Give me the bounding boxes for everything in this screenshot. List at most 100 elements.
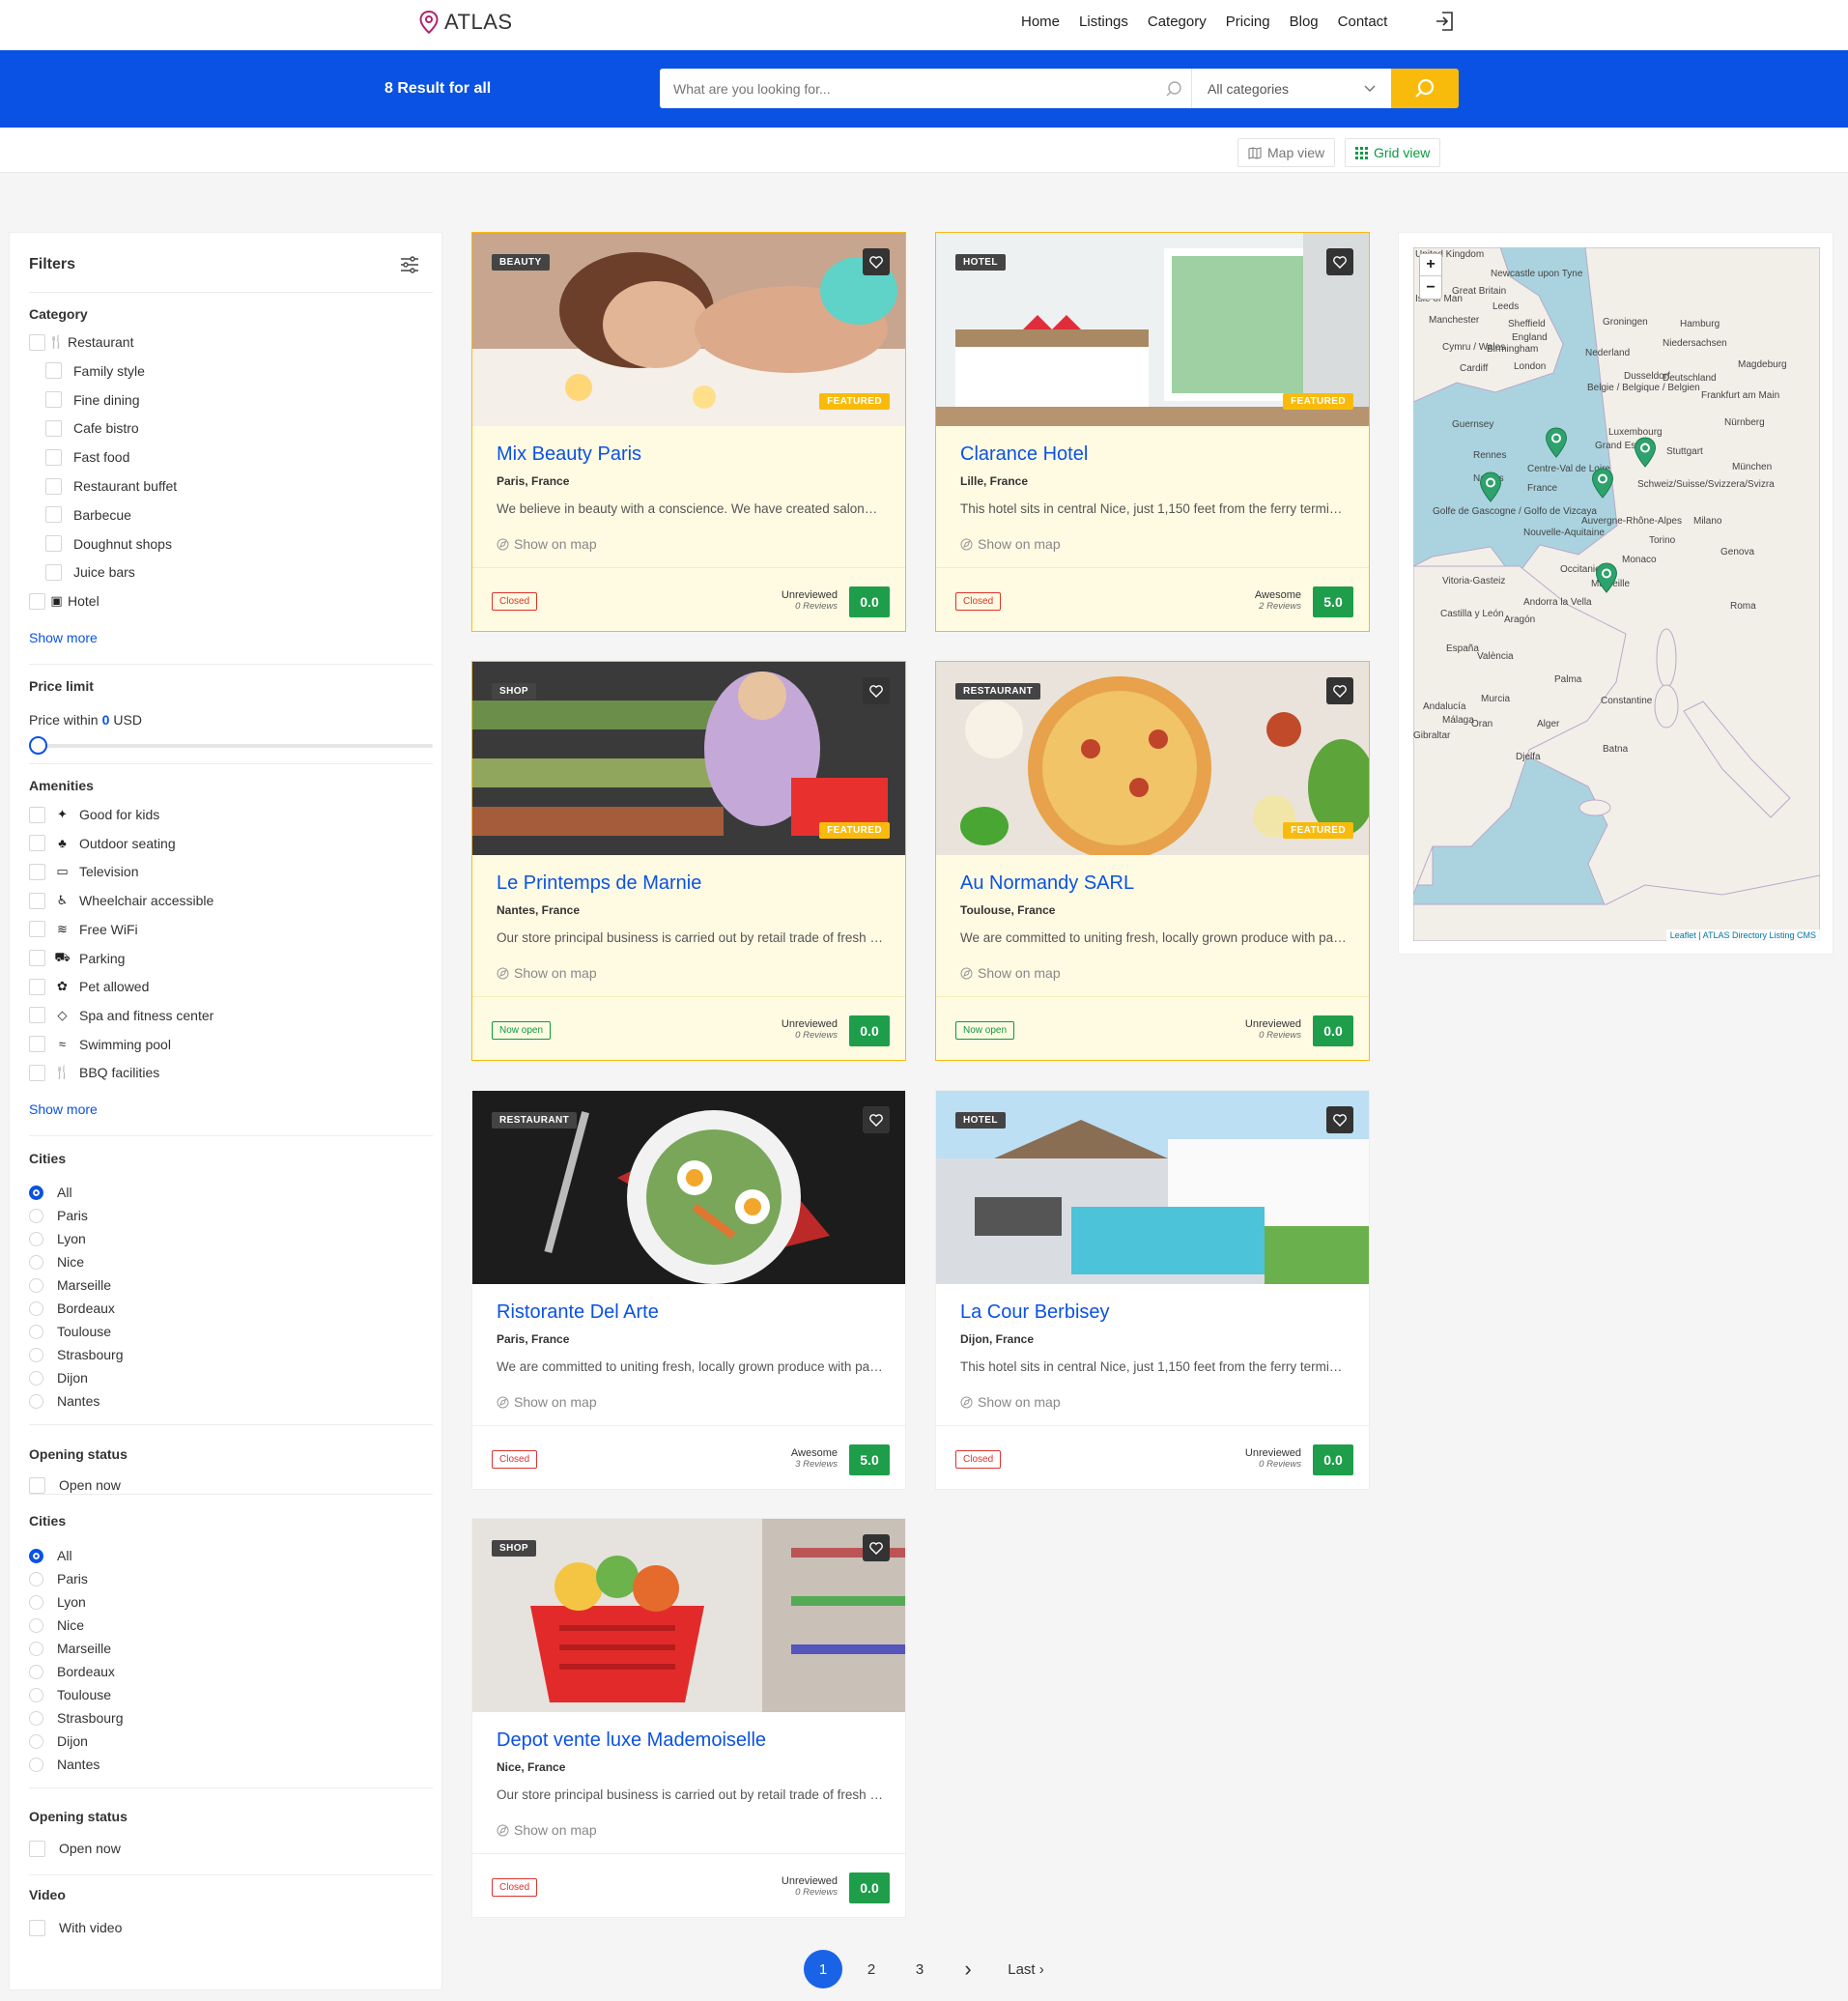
city-option[interactable]: Marseille [29, 1638, 111, 1659]
nav-contact[interactable]: Contact [1338, 12, 1388, 33]
next-page[interactable]: › [944, 1950, 992, 1988]
city-radio[interactable] [29, 1324, 43, 1339]
favorite-button[interactable] [1326, 677, 1353, 704]
favorite-button[interactable] [1326, 248, 1353, 275]
nav-category[interactable]: Category [1148, 12, 1207, 33]
category-option[interactable]: Doughnut shops [45, 533, 172, 555]
amenity-option[interactable]: ✦ Good for kids [29, 804, 159, 825]
city-option[interactable]: Marseille [29, 1274, 111, 1296]
city-radio[interactable] [29, 1571, 43, 1587]
city-option[interactable]: Bordeaux [29, 1298, 115, 1319]
city-option[interactable]: Strasbourg [29, 1707, 123, 1729]
listing-title[interactable]: Au Normandy SARL [960, 872, 1134, 895]
category-select[interactable]: All categories [1191, 69, 1391, 108]
category-checkbox[interactable] [29, 333, 45, 351]
favorite-button[interactable] [863, 1106, 890, 1133]
city-option[interactable]: All [29, 1182, 72, 1203]
show-on-map-link[interactable]: Show on map [497, 965, 597, 981]
city-radio[interactable] [29, 1208, 43, 1223]
zoom-out-button[interactable]: − [1420, 276, 1441, 299]
city-option[interactable]: Lyon [29, 1228, 86, 1249]
category-checkbox[interactable] [45, 477, 62, 495]
city-radio[interactable] [29, 1548, 43, 1563]
show-more-amenities[interactable]: Show more [29, 1101, 98, 1117]
listing-card[interactable]: RESTAURANT FEATURED Au Normandy SARL Toulou… [935, 661, 1370, 1061]
amenity-option[interactable]: ✿ Pet allowed [29, 976, 149, 997]
city-radio[interactable] [29, 1641, 43, 1656]
city-radio[interactable] [29, 1594, 43, 1610]
city-radio[interactable] [29, 1710, 43, 1726]
nav-listings[interactable]: Listings [1079, 12, 1128, 33]
city-radio[interactable] [29, 1664, 43, 1679]
city-radio[interactable] [29, 1370, 43, 1386]
site-logo[interactable]: ATLAS [419, 8, 513, 37]
category-option[interactable]: Cafe bistro [45, 417, 139, 439]
listing-title[interactable]: Le Printemps de Marnie [497, 872, 701, 895]
search-button[interactable] [1391, 69, 1459, 108]
show-on-map-link[interactable]: Show on map [497, 536, 597, 552]
amenity-checkbox[interactable] [29, 921, 45, 938]
city-radio[interactable] [29, 1687, 43, 1702]
city-radio[interactable] [29, 1301, 43, 1316]
city-radio[interactable] [29, 1733, 43, 1749]
category-option[interactable]: Fast food [45, 446, 129, 468]
category-checkbox[interactable] [45, 391, 62, 409]
show-more-categories[interactable]: Show more [29, 630, 98, 645]
category-checkbox[interactable] [45, 362, 62, 380]
amenity-option[interactable]: ▭ Television [29, 861, 138, 882]
category-checkbox[interactable] [45, 563, 62, 581]
show-on-map-link[interactable]: Show on map [497, 1394, 597, 1410]
amenity-checkbox[interactable] [29, 835, 45, 852]
grid-view-button[interactable]: Grid view [1345, 138, 1441, 167]
price-slider-handle[interactable] [29, 736, 47, 755]
amenity-option[interactable]: ♣ Outdoor seating [29, 833, 176, 854]
city-option[interactable]: Paris [29, 1205, 88, 1226]
listing-title[interactable]: Ristorante Del Arte [497, 1301, 659, 1324]
amenity-option[interactable]: ≋ Free WiFi [29, 919, 138, 940]
city-option[interactable]: Toulouse [29, 1684, 111, 1705]
city-radio[interactable] [29, 1617, 43, 1633]
nav-home[interactable]: Home [1021, 12, 1060, 33]
show-on-map-link[interactable]: Show on map [960, 1394, 1061, 1410]
map-marker-icon[interactable] [1479, 472, 1502, 502]
page-3[interactable]: 3 [896, 1950, 944, 1988]
listing-title[interactable]: La Cour Berbisey [960, 1301, 1110, 1324]
city-option[interactable]: Nice [29, 1615, 84, 1636]
open-now-checkbox[interactable] [29, 1840, 45, 1857]
city-option[interactable]: Lyon [29, 1591, 86, 1613]
amenity-option[interactable]: ⛟ Parking [29, 948, 125, 969]
amenity-checkbox[interactable] [29, 806, 45, 823]
map-attribution[interactable]: Leaflet | ATLAS Directory Listing CMS [1665, 929, 1820, 941]
listing-card[interactable]: HOTEL La Cour Berbisey Dijon, France This h… [935, 1090, 1370, 1490]
city-option[interactable]: Dijon [29, 1730, 88, 1752]
show-on-map-link[interactable]: Show on map [960, 965, 1061, 981]
open-now-filter[interactable]: Open now [29, 1474, 121, 1496]
sliders-icon[interactable] [400, 256, 419, 273]
category-checkbox[interactable] [45, 506, 62, 524]
category-option[interactable]: 🍴 Restaurant [29, 331, 133, 353]
amenity-option[interactable]: ♿ Wheelchair accessible [29, 890, 213, 911]
city-radio[interactable] [29, 1231, 43, 1246]
city-radio[interactable] [29, 1185, 43, 1200]
category-checkbox[interactable] [45, 535, 62, 553]
amenity-checkbox[interactable] [29, 892, 45, 909]
page-2[interactable]: 2 [847, 1950, 896, 1988]
listing-card[interactable]: HOTEL FEATURED Clarance Hotel Lille, France… [935, 232, 1370, 632]
open-now-filter-2[interactable]: Open now [29, 1838, 121, 1859]
amenity-checkbox[interactable] [29, 950, 45, 966]
listing-title[interactable]: Mix Beauty Paris [497, 443, 641, 466]
open-now-checkbox[interactable] [29, 1476, 45, 1494]
nav-pricing[interactable]: Pricing [1226, 12, 1270, 33]
city-option[interactable]: Nantes [29, 1390, 100, 1412]
favorite-button[interactable] [1326, 1106, 1353, 1133]
page-1[interactable]: 1 [804, 1950, 842, 1988]
category-option[interactable]: Barbecue [45, 504, 131, 526]
listing-card[interactable]: BEAUTY FEATURED Mix Beauty Paris Paris, Fra… [471, 232, 906, 632]
map-view-button[interactable]: Map view [1237, 138, 1336, 167]
nav-blog[interactable]: Blog [1290, 12, 1319, 33]
amenity-checkbox[interactable] [29, 863, 45, 880]
favorite-button[interactable] [863, 248, 890, 275]
zoom-in-button[interactable]: + [1420, 254, 1441, 276]
listings-map[interactable]: United KingdomGreat BritainIsle of ManNe… [1413, 247, 1820, 941]
city-option[interactable]: Nice [29, 1251, 84, 1272]
